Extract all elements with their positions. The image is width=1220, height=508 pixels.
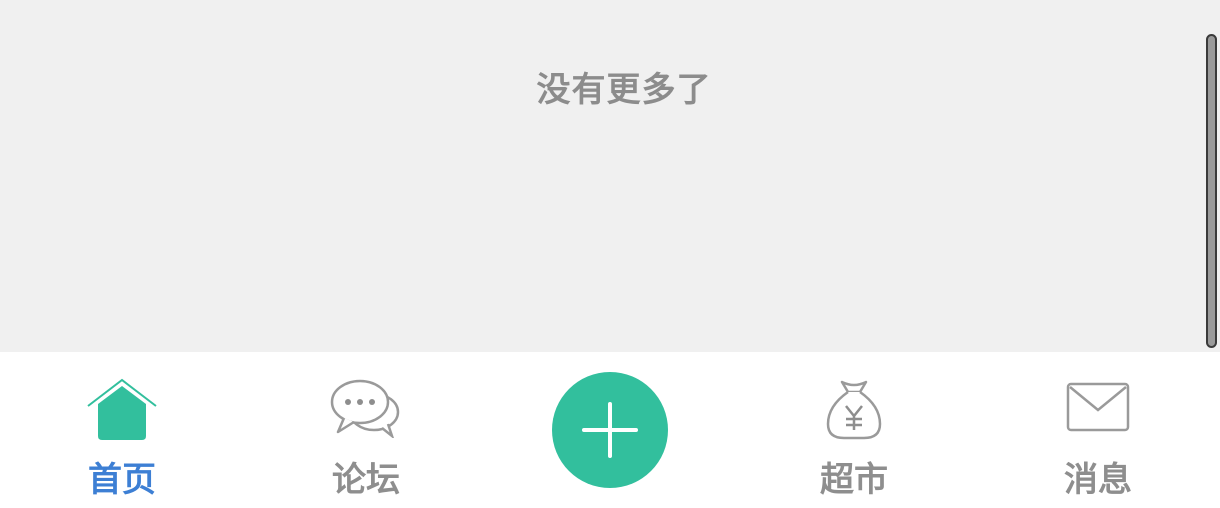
home-icon xyxy=(86,378,158,446)
tab-home-label: 首页 xyxy=(88,460,156,500)
tab-forum[interactable]: 论坛 xyxy=(266,352,466,508)
chat-bubbles-icon xyxy=(330,378,402,442)
tab-market-label: 超市 xyxy=(820,460,888,500)
content-area[interactable]: 没有更多了 xyxy=(0,0,1220,352)
envelope-icon xyxy=(1066,378,1130,436)
scrollbar[interactable] xyxy=(1206,34,1217,348)
add-button[interactable] xyxy=(552,372,668,488)
tab-messages[interactable]: 消息 xyxy=(998,352,1198,508)
tab-market[interactable]: 超市 xyxy=(754,352,954,508)
tab-home[interactable]: 首页 xyxy=(22,352,222,508)
no-more-text: 没有更多了 xyxy=(536,70,712,110)
plus-icon xyxy=(582,402,638,458)
money-bag-icon xyxy=(824,378,884,444)
bottom-tab-bar: 首页 论坛 超市 消息 xyxy=(0,352,1220,508)
tab-messages-label: 消息 xyxy=(1064,460,1132,500)
tab-forum-label: 论坛 xyxy=(332,460,400,500)
